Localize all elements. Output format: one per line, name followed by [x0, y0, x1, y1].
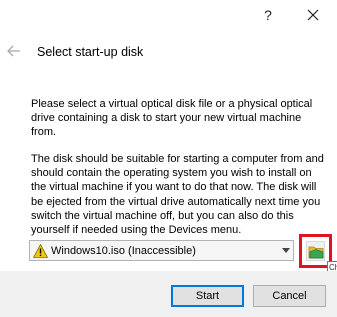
description-paragraph-2: The disk should be suitable for starting…: [31, 153, 324, 237]
cancel-button[interactable]: Cancel: [253, 285, 326, 307]
chevron-down-icon: [282, 248, 290, 253]
selected-disk-label: Windows10.iso (Inaccessible): [51, 245, 196, 257]
select-startup-disk-dialog: ? Select start-up disk Please select a v…: [0, 0, 337, 317]
page-title: Select start-up disk: [37, 45, 144, 59]
description-paragraph-1: Please select a virtual optical disk fil…: [31, 98, 313, 139]
back-button[interactable]: [6, 43, 22, 59]
button-bar: Start Cancel: [0, 271, 337, 317]
browse-button-face: [306, 241, 325, 261]
folder-browse-icon: [308, 246, 324, 259]
warning-icon: [33, 244, 48, 258]
title-bar: ?: [0, 0, 337, 30]
close-button[interactable]: [303, 5, 323, 25]
help-button[interactable]: ?: [258, 5, 278, 25]
start-button[interactable]: Start: [171, 285, 244, 307]
wizard-header: Select start-up disk: [0, 30, 337, 80]
back-arrow-icon: [7, 45, 20, 57]
content-panel: Please select a virtual optical disk fil…: [0, 80, 337, 275]
close-icon: [307, 9, 319, 21]
disk-select-dropdown[interactable]: Windows10.iso (Inaccessible): [29, 240, 294, 261]
